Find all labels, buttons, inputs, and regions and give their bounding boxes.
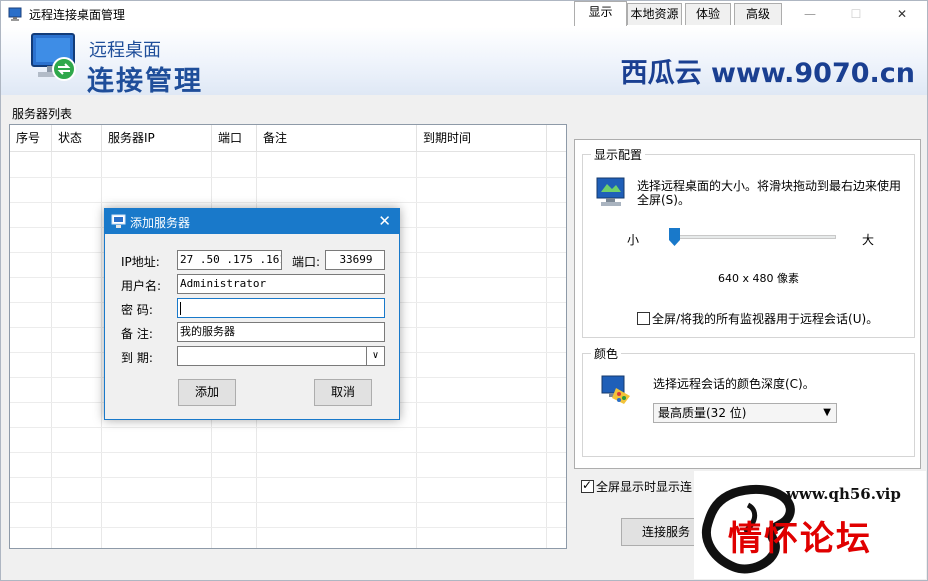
grid-row-line	[10, 502, 566, 503]
resolution-slider-thumb[interactable]	[669, 228, 680, 246]
grid-divider	[546, 152, 547, 548]
maximize-button[interactable]: ☐	[833, 1, 879, 27]
remote-desktop-logo-icon	[31, 33, 76, 81]
header-banner: 远程桌面 连接管理 西瓜云 www.9070.cn	[1, 27, 927, 97]
fullscreen-bar-label[interactable]: 全屏显示时显示连	[596, 480, 692, 494]
watermark-url: www.qh56.vip	[786, 485, 901, 503]
column-header-index[interactable]: 序号	[10, 125, 52, 152]
password-input[interactable]	[177, 298, 385, 318]
tab-display[interactable]: 显示	[574, 1, 627, 26]
grid-row-line	[10, 177, 566, 178]
grid-row-line	[10, 527, 566, 528]
fullscreen-bar-checkbox[interactable]	[581, 478, 594, 493]
username-label: 用户名:	[121, 279, 162, 293]
watermark-forum-name: 情怀论坛	[728, 519, 872, 559]
display-config-title: 显示配置	[591, 146, 646, 163]
tab-advanced[interactable]: 高级	[734, 3, 782, 25]
grid-row-line	[10, 202, 566, 203]
port-label: 端口:	[292, 255, 321, 269]
window-title: 远程连接桌面管理	[29, 8, 126, 22]
server-list-label: 服务器列表	[12, 107, 73, 121]
minimize-button[interactable]: —	[787, 1, 833, 27]
grid-divider	[51, 152, 52, 548]
multi-monitor-checkbox[interactable]	[637, 312, 650, 325]
username-input[interactable]: Administrator	[177, 274, 385, 294]
monitor-icon	[596, 177, 625, 206]
dialog-title-bar: 添加服务器 ✕	[105, 209, 399, 234]
column-header-expiry[interactable]: 到期时间	[417, 125, 547, 152]
display-description: 选择远程桌面的大小。将滑块拖动到最右边来使用全屏(S)。	[637, 179, 902, 207]
ip-address-input[interactable]: 27 .50 .175 .161	[177, 250, 282, 270]
ip-label: IP地址:	[121, 255, 160, 269]
password-label: 密 码:	[121, 303, 153, 317]
app-icon	[8, 7, 22, 21]
dialog-close-icon[interactable]: ✕	[378, 212, 391, 230]
dialog-title: 添加服务器	[130, 216, 191, 230]
cancel-button[interactable]: 取消	[314, 379, 372, 406]
table-header: 序号 状态 服务器IP 端口 备注 到期时间	[10, 125, 566, 152]
color-depth-value: 最高质量(32 位)	[658, 406, 747, 420]
expiry-date-picker[interactable]: ∨	[177, 346, 385, 366]
note-label: 备 注:	[121, 327, 153, 341]
expiry-label: 到 期:	[121, 351, 153, 365]
chevron-down-icon: ▼	[823, 407, 831, 418]
tab-experience[interactable]: 体验	[685, 3, 731, 25]
tab-local-resources[interactable]: 本地资源	[627, 3, 682, 25]
grid-row-line	[10, 452, 566, 453]
add-server-dialog: 添加服务器 ✕ IP地址: 27 .50 .175 .161 端口: 33699…	[104, 208, 400, 420]
grid-row-line	[10, 427, 566, 428]
column-header-ip[interactable]: 服务器IP	[102, 125, 212, 152]
color-palette-icon	[601, 375, 630, 404]
title-bar: 远程连接桌面管理 — ☐ ✕	[1, 1, 927, 27]
grid-divider	[416, 152, 417, 548]
note-input[interactable]: 我的服务器	[177, 322, 385, 342]
add-button[interactable]: 添加	[178, 379, 236, 406]
port-input[interactable]: 33699	[325, 250, 385, 270]
slider-max-label: 大	[862, 233, 875, 247]
main-window: 远程连接桌面管理 — ☐ ✕ 远程桌面 连接管理 西瓜云 www.9070.cn…	[0, 0, 928, 581]
resolution-slider-track[interactable]	[674, 235, 836, 239]
color-depth-select[interactable]: 最高质量(32 位) ▼	[653, 403, 837, 423]
grid-divider	[101, 152, 102, 548]
brand-text: 西瓜云 www.9070.cn	[620, 58, 915, 89]
grid-row-line	[10, 477, 566, 478]
resolution-text: 640 x 480 像素	[718, 272, 799, 285]
banner-title: 连接管理	[87, 66, 203, 97]
close-button[interactable]: ✕	[879, 1, 925, 27]
text-cursor	[180, 301, 181, 315]
column-header-note[interactable]: 备注	[257, 125, 417, 152]
column-header-port[interactable]: 端口	[212, 125, 257, 152]
color-title: 颜色	[591, 345, 622, 362]
slider-min-label: 小	[627, 233, 640, 247]
column-header-status[interactable]: 状态	[52, 125, 102, 152]
chevron-down-icon[interactable]: ∨	[366, 347, 384, 365]
multi-monitor-label[interactable]: 全屏/将我的所有监视器用于远程会话(U)。	[652, 312, 878, 326]
color-description: 选择远程会话的颜色深度(C)。	[653, 377, 815, 391]
dialog-app-icon	[111, 214, 126, 228]
watermark: www.qh56.vip 情怀论坛	[694, 471, 926, 579]
